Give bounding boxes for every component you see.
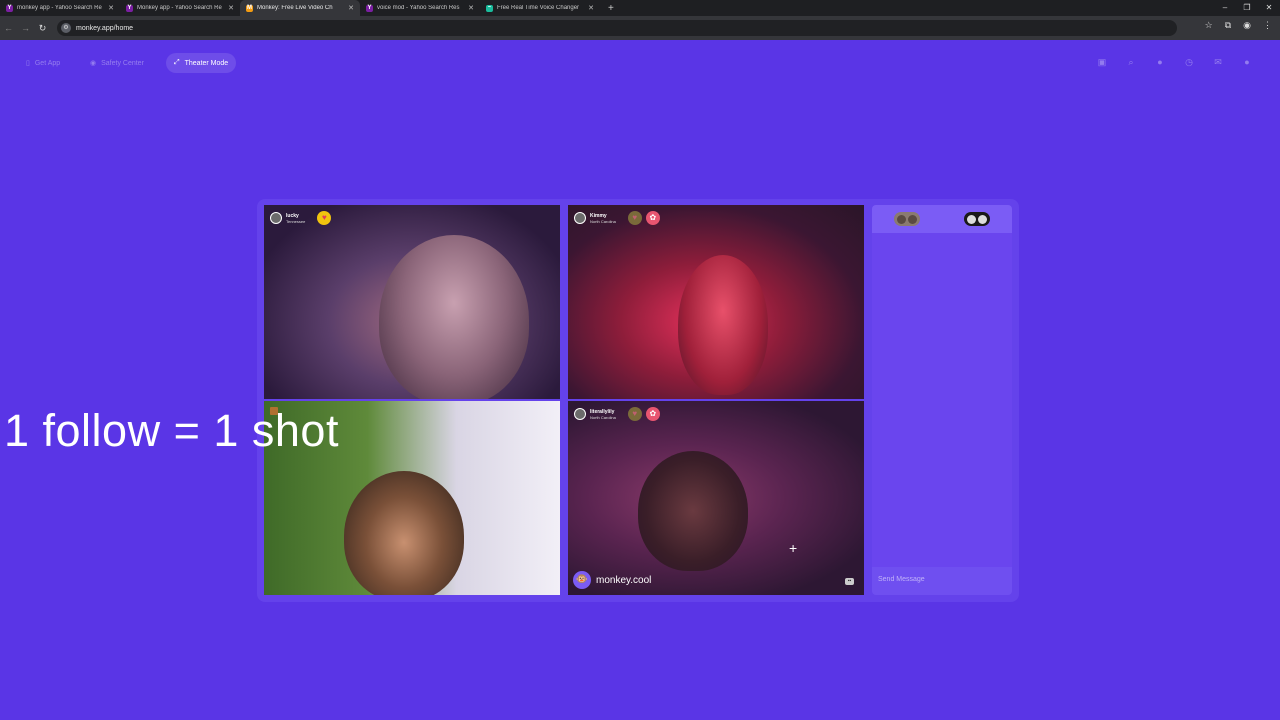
- heart-icon[interactable]: ♥: [627, 407, 642, 421]
- tab-title: monkey app - Yahoo Search Re: [17, 5, 102, 11]
- participant-toggle[interactable]: [964, 212, 990, 226]
- get-app-button[interactable]: ▯ Get App: [18, 53, 68, 73]
- reload-icon[interactable]: ↻: [34, 23, 51, 34]
- username: literallylily: [590, 408, 615, 415]
- browser-tab[interactable]: ~ Free Real Time Voice Changer ✕: [480, 0, 600, 16]
- url-text: monkey.app/home: [76, 24, 134, 32]
- shop-icon[interactable]: ▣: [1095, 55, 1109, 69]
- yahoo-favicon-icon: Y: [6, 4, 13, 12]
- video-tile: literallylily North Carolina ♥ ✿ 🐵 monke…: [568, 401, 864, 595]
- monkey-watermark: 🐵 monkey.cool: [573, 571, 651, 589]
- crosshair-cursor-icon: +: [789, 540, 798, 556]
- safety-center-button[interactable]: ◉ Safety Center: [82, 53, 152, 73]
- stream-overlay-caption: 1 follow = 1 shot: [4, 405, 339, 456]
- new-tab-icon[interactable]: +: [600, 3, 622, 14]
- get-app-label: Get App: [34, 59, 61, 67]
- user-chip[interactable]: lucky Tennessee ♥: [270, 211, 332, 225]
- avatar: [967, 214, 976, 224]
- browser-tab[interactable]: Y Monkey app - Yahoo Search Re ✕: [120, 0, 240, 16]
- captions-icon[interactable]: ▪▪: [845, 578, 854, 585]
- chat-panel: Send Message: [872, 205, 1012, 595]
- theater-mode-button[interactable]: ⤢ Theater Mode: [166, 53, 237, 73]
- restore-icon[interactable]: ❐: [1236, 0, 1258, 16]
- yahoo-favicon-icon: Y: [126, 4, 133, 12]
- user-location: North Carolina: [590, 414, 616, 420]
- browser-tab[interactable]: Y monkey app - Yahoo Search Re ✕: [0, 0, 120, 16]
- coin-icon[interactable]: ●: [1153, 55, 1167, 69]
- user-chip[interactable]: Kimmy North Carolina ♥ ✿: [574, 211, 660, 225]
- close-icon[interactable]: ✕: [228, 4, 234, 12]
- close-icon[interactable]: ✕: [108, 4, 114, 12]
- extensions-icon[interactable]: ⧉: [1225, 20, 1231, 31]
- close-icon[interactable]: ✕: [468, 4, 474, 12]
- profile-icon[interactable]: ◉: [1243, 20, 1251, 31]
- tab-title: Monkey app - Yahoo Search Re: [137, 5, 222, 11]
- bookmark-star-icon[interactable]: ☆: [1205, 20, 1213, 31]
- monkey-logo-icon: 🐵: [573, 571, 591, 589]
- chat-participants: [872, 205, 1012, 233]
- voicemod-favicon-icon: ~: [486, 4, 493, 12]
- avatar: [574, 212, 586, 224]
- user-location: North Carolina: [590, 218, 616, 224]
- menu-icon[interactable]: ⋮: [1263, 20, 1272, 31]
- phone-icon: ▯: [26, 60, 30, 67]
- gift-icon[interactable]: ✿: [645, 407, 660, 421]
- close-icon[interactable]: ✕: [348, 4, 354, 12]
- avatar[interactable]: ●: [1240, 55, 1254, 69]
- messages-icon[interactable]: ✉: [1211, 55, 1225, 69]
- browser-toolbar-icons: ☆ ⧉ ◉ ⋮: [1205, 20, 1272, 31]
- user-location: Tennessee: [286, 218, 306, 224]
- url-field[interactable]: ⚙ monkey.app/home: [57, 20, 1177, 36]
- close-icon[interactable]: ✕: [588, 4, 594, 12]
- send-message-input[interactable]: Send Message: [872, 567, 1012, 595]
- send-message-placeholder: Send Message: [878, 576, 925, 583]
- browser-tab-active[interactable]: M Monkey: Free Live Video Ch ✕: [240, 0, 360, 16]
- safety-center-label: Safety Center: [101, 59, 144, 67]
- watermark-text: monkey.cool: [596, 574, 652, 586]
- avatar: [908, 214, 917, 224]
- search-icon[interactable]: ⌕: [1124, 55, 1138, 69]
- minimize-icon[interactable]: –: [1214, 0, 1236, 16]
- video-tile: lucky Tennessee ♥: [264, 205, 560, 399]
- monkey-favicon-icon: M: [246, 4, 253, 12]
- gift-icon[interactable]: ✿: [645, 211, 660, 225]
- theater-mode-label: Theater Mode: [184, 59, 229, 67]
- user-chip[interactable]: literallylily North Carolina ♥ ✿: [574, 407, 660, 421]
- close-window-icon[interactable]: ✕: [1258, 0, 1280, 16]
- app-header: ▯ Get App ◉ Safety Center ⤢ Theater Mode…: [0, 40, 1280, 86]
- webcam-feed: [379, 235, 529, 399]
- tab-title: voice mod - Yahoo Search Res: [377, 5, 460, 11]
- shield-icon: ◉: [90, 60, 97, 67]
- browser-tab-bar: Y monkey app - Yahoo Search Re ✕ Y Monke…: [0, 0, 1280, 16]
- avatar: [574, 408, 586, 420]
- address-bar-row: ← → ↻ ⚙ monkey.app/home ☆ ⧉ ◉ ⋮: [0, 16, 1280, 40]
- tab-title: Monkey: Free Live Video Ch: [257, 5, 333, 11]
- history-icon[interactable]: ◷: [1182, 55, 1196, 69]
- avatar: [897, 214, 906, 224]
- back-icon[interactable]: ←: [0, 23, 17, 33]
- avatar: [978, 214, 987, 224]
- webcam-feed: [678, 255, 768, 395]
- tab-title: Free Real Time Voice Changer: [497, 5, 580, 11]
- expand-icon: ⤢: [174, 59, 180, 66]
- webcam-feed: [344, 471, 464, 595]
- yahoo-favicon-icon: Y: [366, 4, 373, 12]
- browser-tab[interactable]: Y voice mod - Yahoo Search Res ✕: [360, 0, 480, 16]
- heart-icon[interactable]: ♥: [317, 211, 332, 225]
- forward-icon[interactable]: →: [17, 23, 34, 33]
- window-controls: – ❐ ✕: [1214, 0, 1280, 16]
- avatar: [270, 212, 282, 224]
- webcam-feed: [638, 451, 748, 571]
- video-tile: Kimmy North Carolina ♥ ✿: [568, 205, 864, 399]
- participant-toggle[interactable]: [894, 212, 920, 226]
- site-info-icon[interactable]: ⚙: [61, 23, 71, 33]
- heart-icon[interactable]: ♥: [627, 211, 642, 225]
